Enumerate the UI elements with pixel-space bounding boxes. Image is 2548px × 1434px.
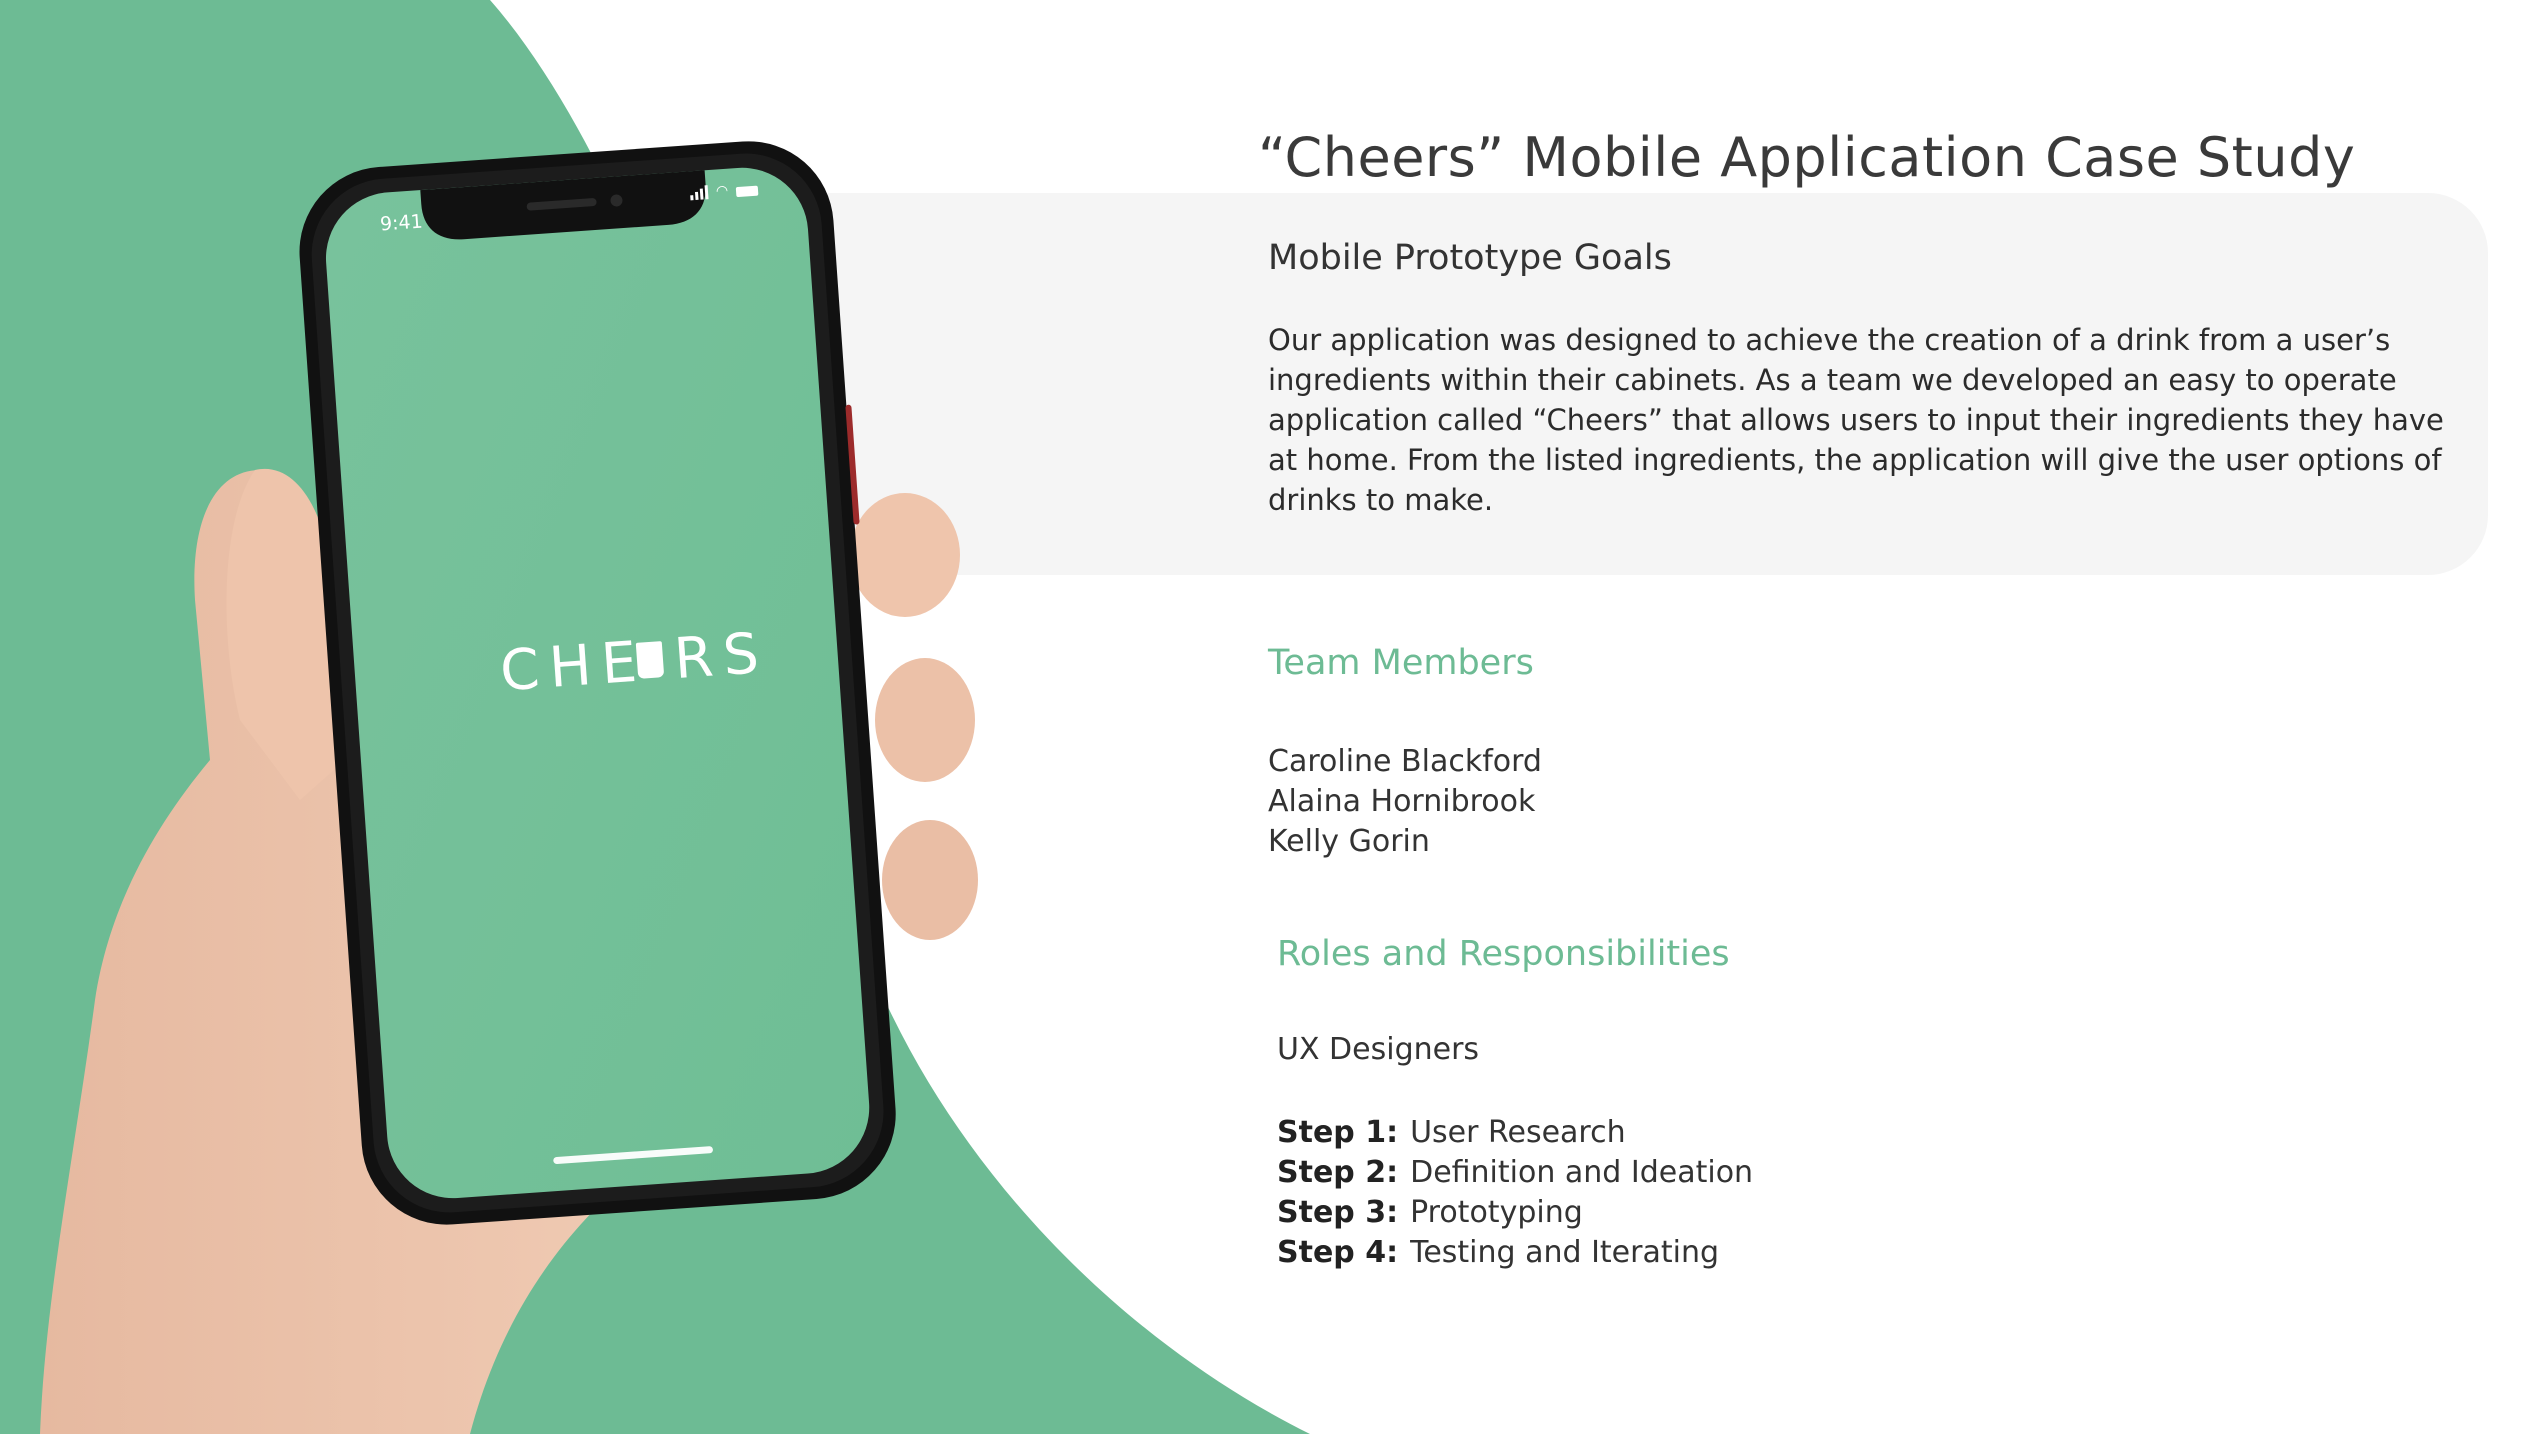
wifi-icon: ◠: [715, 182, 729, 200]
team-member: Alaina Hornibrook: [1268, 784, 1536, 819]
team-member: Kelly Gorin: [1268, 824, 1430, 859]
step-label: Step 2:: [1277, 1155, 1399, 1190]
team-members-heading: Team Members: [1268, 643, 1534, 683]
step-label: Step 1:: [1277, 1115, 1399, 1150]
step-item: Step 1: User Research: [1277, 1113, 1753, 1153]
role-title: UX Designers: [1277, 1032, 1480, 1067]
team-member-list: Caroline Blackford Alaina Hornibrook Kel…: [1268, 742, 1542, 862]
step-item: Step 3: Prototyping: [1277, 1193, 1753, 1233]
battery-icon: [735, 185, 759, 198]
page-title: “Cheers” Mobile Application Case Study: [1258, 126, 2356, 190]
step-text: User Research: [1410, 1115, 1626, 1150]
step-item: Step 4: Testing and Iterating: [1277, 1233, 1753, 1273]
step-list: Step 1: User Research Step 2: Definition a…: [1277, 1113, 1753, 1273]
roles-heading: Roles and Responsibilities: [1277, 934, 1730, 974]
team-member: Caroline Blackford: [1268, 744, 1542, 779]
step-item: Step 2: Definition and Ideation: [1277, 1153, 1753, 1193]
goals-heading: Mobile Prototype Goals: [1268, 238, 1672, 278]
glass-icon: [635, 641, 665, 679]
signal-icon: [690, 185, 709, 201]
step-text: Prototyping: [1410, 1195, 1583, 1230]
phone-in-hand-illustration: [40, 141, 978, 1434]
step-label: Step 4:: [1277, 1235, 1399, 1270]
goals-body: Our application was designed to achieve …: [1268, 323, 2444, 517]
step-text: Definition and Ideation: [1410, 1155, 1754, 1190]
step-label: Step 3:: [1277, 1195, 1399, 1230]
step-text: Testing and Iterating: [1410, 1235, 1720, 1270]
phone-status-time: 9:41: [379, 210, 424, 236]
